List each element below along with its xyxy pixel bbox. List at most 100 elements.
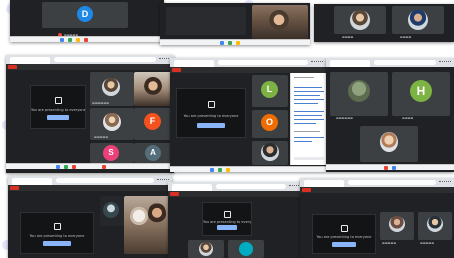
webcam-video [124,196,170,254]
presentation-tile: You are presenting to everyone [176,88,246,138]
chat-message [294,131,320,132]
meet-window-9[interactable]: You are presenting to everyone ▬▬▬▬▬ ▬▬▬… [300,178,454,258]
participant-tile [252,141,288,165]
taskbar-app-icon[interactable] [84,38,88,42]
participant-tile [392,6,444,34]
participant-name: ▬▬▬▬▬▬ [92,101,110,105]
taskbar-app-icon[interactable] [56,165,60,169]
participant-photo [380,132,398,152]
stop-presenting-button[interactable] [197,122,225,128]
meet-window-5[interactable]: You are presenting to everyone L O [170,58,326,172]
taskbar-app-icon[interactable] [102,165,106,169]
taskbar-app-icon[interactable] [220,41,224,45]
browser-toolbar [326,58,454,67]
address-bar[interactable] [56,178,154,183]
address-bar[interactable] [216,184,286,189]
participant-photo [199,242,213,256]
participant-avatar-l: L [261,81,278,98]
menu-icon[interactable] [311,61,323,64]
stop-presenting-button[interactable] [331,241,357,247]
browser-tab[interactable] [10,57,50,64]
meet-window-4[interactable]: You are presenting to everyone ▬▬▬▬▬▬ ▬▬… [6,55,174,173]
participant-tile [360,126,418,162]
recording-badge [8,65,17,69]
address-bar[interactable] [218,60,308,65]
present-screen-icon [207,101,215,109]
browser-tab[interactable] [172,184,212,191]
taskbar-app-icon[interactable] [68,38,72,42]
taskbar [326,164,454,170]
browser-tab[interactable] [330,60,370,67]
participant-name: ▬▬▬▬ [402,116,414,120]
recording-badge [10,186,19,190]
meet-window-1[interactable]: D ▬▬▬▬▬ [10,0,164,42]
meet-window-3[interactable]: ▬▬▬▬ ▬▬▬▬ [314,4,454,42]
browser-toolbar [8,176,172,185]
taskbar-app-icon[interactable] [236,41,240,45]
participant-tile: S [90,143,134,163]
presenting-text: You are presenting to everyone [316,234,372,239]
participant-face [144,76,162,98]
taskbar-app-icon[interactable] [392,166,396,170]
chat-input[interactable] [294,157,324,160]
taskbar-app-icon[interactable] [210,168,214,172]
stop-presenting-button[interactable] [217,225,237,231]
presentation-tile: You are presenting to everyone [312,214,376,254]
browser-tab[interactable] [12,178,52,185]
participant-avatar-s: S [103,145,119,161]
meet-window-8[interactable]: You are presenting to everyone [168,182,304,258]
participant-name: ▬▬▬▬▬ [420,241,435,245]
browser-tab[interactable] [304,180,344,187]
meet-window-6[interactable]: ▬▬▬▬▬▬ H ▬▬▬▬ [326,58,454,172]
menu-icon[interactable] [439,181,451,184]
present-screen-icon [53,223,61,231]
participant-tile [228,240,264,258]
menu-icon[interactable] [439,61,451,64]
taskbar-app-icon[interactable] [226,168,230,172]
chat-panel[interactable] [290,73,326,165]
taskbar-app-icon[interactable] [60,38,64,42]
participant-name: ▬▬▬▬▬ [94,135,109,139]
address-bar[interactable] [54,57,156,62]
browser-tab[interactable] [174,60,214,67]
participant-tile: L [252,75,288,107]
participant-tile [166,7,246,35]
participant-photo [389,216,405,232]
chat-message [294,111,324,112]
presenting-text: You are presenting to everyone [203,219,251,224]
participant-tile: A [134,143,172,163]
address-bar[interactable] [374,60,436,65]
chat-message [294,141,312,142]
participant-tile [330,72,388,116]
meeting-header [300,187,454,193]
meet-window-2[interactable] [160,3,310,45]
taskbar-app-icon[interactable] [228,41,232,45]
address-bar[interactable] [348,180,436,185]
taskbar-app-icon[interactable] [76,38,80,42]
present-screen-icon [223,211,231,219]
meet-window-7[interactable]: You are presenting to everyone [8,176,172,258]
recording-badge [170,192,179,196]
taskbar [10,36,164,42]
chat-message [294,99,324,100]
presenting-text: You are presenting to everyone [31,107,85,112]
chat-message [294,103,318,104]
participant-face [130,206,148,228]
participant-tile [188,240,224,258]
chat-message [294,119,324,120]
participant-tile [334,6,386,34]
stop-presenting-button[interactable] [42,241,72,246]
taskbar-app-icon[interactable] [64,165,68,169]
participant-avatar-a: A [145,145,161,161]
taskbar-app-icon[interactable] [72,165,76,169]
taskbar [170,166,326,172]
participant-name: ▬▬▬▬▬▬ [336,116,354,120]
webcam-video [252,5,308,39]
taskbar-app-icon[interactable] [384,166,388,170]
recording-badge [302,188,311,192]
recording-badge [172,68,181,72]
stop-presenting-button[interactable] [47,115,69,121]
taskbar-app-icon[interactable] [218,168,222,172]
participant-photo [408,10,428,30]
participant-avatar-d: D [77,6,93,22]
